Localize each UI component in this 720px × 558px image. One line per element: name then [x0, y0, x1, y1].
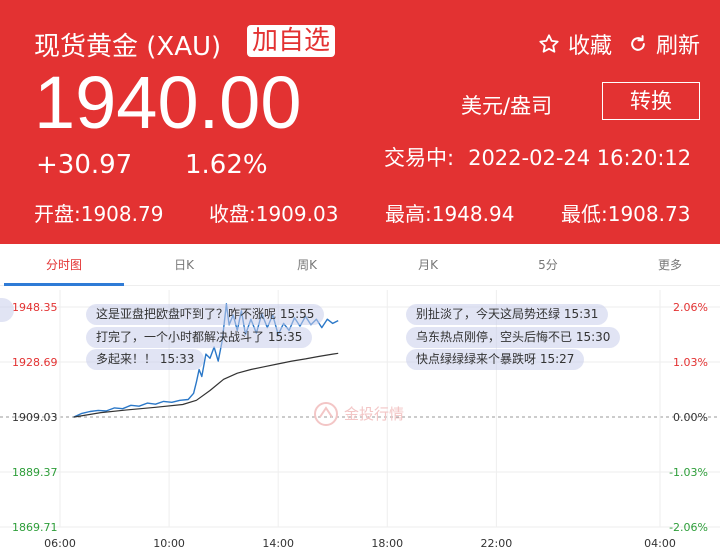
intraday-chart: 金投行情 1948.35 2.06% 1928.69 1.03% 1909.03 0.00… [0, 290, 720, 558]
y-pct-tick-label: 1.03% [673, 356, 708, 369]
convert-button[interactable]: 转换 [602, 82, 700, 120]
watermark: 金投行情 [314, 402, 404, 426]
y-tick-label: 1869.71 [12, 521, 58, 534]
watermark-text: 金投行情 [344, 405, 404, 423]
current-price: 1940.00 [34, 61, 302, 144]
x-tick-label: 22:00 [481, 537, 513, 550]
tab-more[interactable]: 更多 [610, 244, 720, 286]
y-tick-label: 1889.37 [12, 466, 58, 479]
header-actions: 收藏 刷新 [522, 28, 700, 60]
close-price: 收盘:1909.03 [209, 202, 339, 226]
tab-intraday[interactable]: 分时图 [4, 244, 124, 286]
favorite-label: 收藏 [567, 34, 612, 59]
tab-5min[interactable]: 5分 [488, 244, 608, 286]
refresh-icon [631, 35, 645, 51]
tab-weekly-k[interactable]: 周K [247, 244, 367, 286]
low-price: 最低:1908.73 [561, 202, 691, 226]
comment-bubble-2[interactable]: 打完了，一个小时都解决战斗了 15:35 [86, 327, 313, 348]
y-tick-label: 1928.69 [12, 356, 58, 369]
x-tick-label: 06:00 [44, 537, 76, 550]
x-tick-label: 04:00 [644, 537, 676, 550]
tab-daily-k[interactable]: 日K [124, 244, 244, 286]
price-change-percent: 1.62% [185, 150, 268, 180]
open-price: 开盘:1908.79 [34, 202, 164, 226]
refresh-button[interactable]: 刷新 [628, 28, 700, 60]
comment-bubble-6[interactable]: 快点绿绿绿来个暴跌呀 15:27 [406, 349, 585, 370]
add-watchlist-button[interactable]: 加自选 [247, 25, 336, 57]
price-change: +30.97 [36, 150, 133, 180]
y-pct-tick-label: 2.06% [673, 301, 708, 314]
comment-bubble-5[interactable]: 乌东热点刚停，空头后悔不已 15:30 [406, 327, 621, 348]
favorite-button[interactable]: 收藏 [538, 28, 612, 60]
status-label: 交易中: [384, 146, 455, 170]
y-tick-label: 1909.03 [12, 411, 58, 424]
comment-bubble-4[interactable]: 别扯淡了，今天这局势还绿 15:31 [406, 304, 609, 325]
chart-tabs: 分时图 日K 周K 月K 5分 更多 [0, 244, 720, 286]
trading-status: 交易中: 2022-02-24 16:20:12 [384, 142, 691, 172]
status-datetime: 2022-02-24 16:20:12 [468, 146, 692, 170]
x-tick-label: 10:00 [153, 537, 185, 550]
y-pct-tick-label: -1.03% [669, 466, 708, 479]
price-unit: 美元/盎司 [461, 94, 553, 118]
instrument-title: 现货黄金 (XAU) [34, 32, 222, 62]
refresh-label: 刷新 [655, 34, 700, 59]
comment-bubble-1[interactable]: 这是亚盘把欧盘吓到了？咋不涨呢 15:55 [86, 304, 325, 325]
y-tick-label: 1948.35 [12, 301, 58, 314]
x-tick-label: 14:00 [262, 537, 294, 550]
y-pct-tick-label: 0.00% [673, 411, 708, 424]
high-price: 最高:1948.94 [385, 202, 515, 226]
comment-bubble-3[interactable]: 多起来！！ 15:33 [86, 349, 205, 370]
y-pct-tick-label: -2.06% [669, 521, 708, 534]
x-tick-label: 18:00 [371, 537, 403, 550]
star-icon [539, 34, 559, 53]
tab-monthly-k[interactable]: 月K [368, 244, 488, 286]
quote-header: 现货黄金 (XAU) 加自选 收藏 刷新 1940.00 美元/盎司 转换 +3… [0, 0, 720, 244]
